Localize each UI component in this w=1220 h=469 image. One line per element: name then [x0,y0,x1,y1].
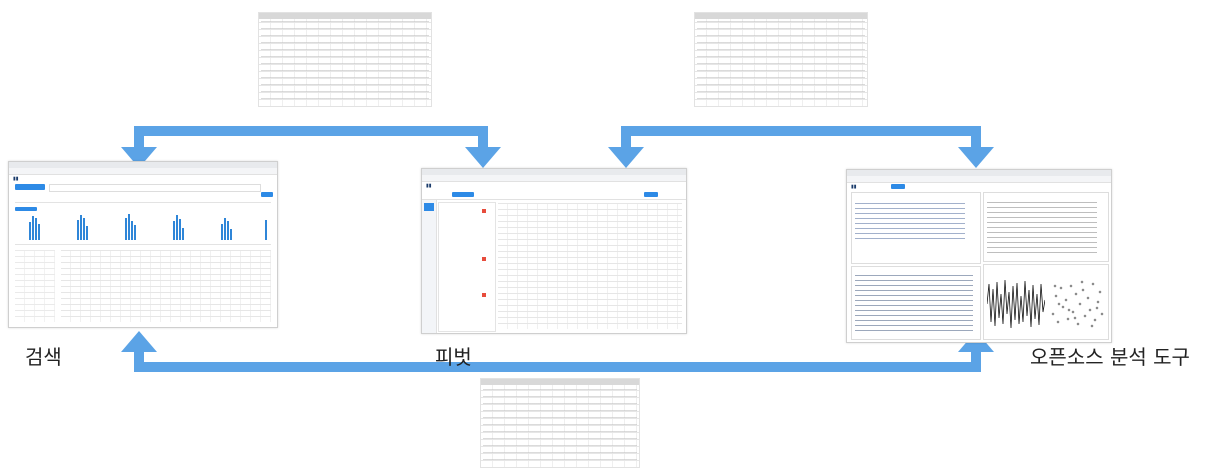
rstudio-screenshot: ▮▮ [846,169,1112,343]
histogram-thumbnail [29,214,269,240]
pivot-label: 피벗 [435,345,472,369]
app-logo: ▮▮ [13,176,19,182]
search-label: 검색 [25,345,62,369]
pivot-screenshot: ▮▮ [421,168,687,334]
app-logo: ▮▮ [426,183,432,189]
app-logo: ▮▮ [851,184,857,190]
line-plot-thumbnail [987,279,1045,329]
data-table-thumbnail-top-left [258,12,432,107]
open-source-tool-label: 오픈소스 분석 도구 [1030,345,1190,369]
data-table-thumbnail-top-right [694,12,868,107]
search-screenshot: ▮▮ [8,161,278,328]
data-table-thumbnail-bottom [480,378,640,468]
scatter-plot-thumbnail [1051,280,1104,328]
